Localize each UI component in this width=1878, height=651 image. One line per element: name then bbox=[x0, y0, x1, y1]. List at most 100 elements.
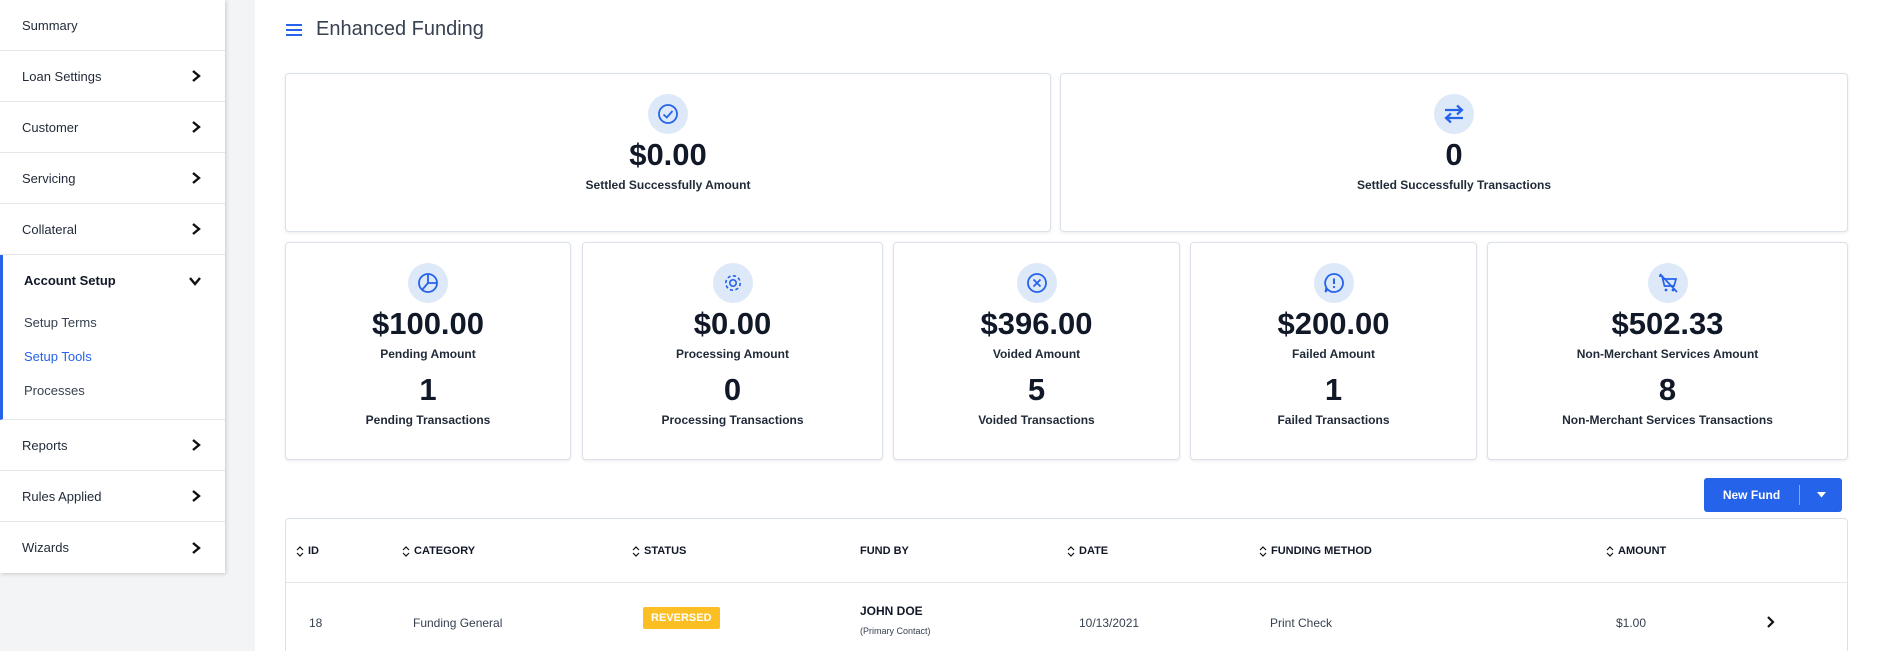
column-header-funding-method[interactable]: FUNDING METHOD bbox=[1259, 545, 1372, 557]
cell-amount: $1.00 bbox=[1616, 616, 1647, 630]
chevron-right-icon bbox=[192, 541, 201, 554]
table-row[interactable]: 18 Funding General REVERSED JOHN DOE (Pr… bbox=[286, 583, 1847, 651]
sort-icon bbox=[1606, 545, 1614, 557]
failed-amount-label: Failed Amount bbox=[1292, 347, 1375, 361]
pending-count-label: Pending Transactions bbox=[365, 413, 491, 427]
column-header-status[interactable]: STATUS bbox=[632, 545, 686, 557]
cell-fund-by: JOHN DOE (Primary Contact) bbox=[860, 604, 931, 636]
chevron-right-icon bbox=[192, 121, 201, 133]
chevron-right-icon bbox=[192, 70, 201, 82]
settled-transactions-value: 0 bbox=[1445, 137, 1463, 172]
non-merchant-count-value: 8 bbox=[1658, 372, 1677, 407]
voided-count-value: 5 bbox=[1027, 372, 1046, 407]
nav-item-label: Customer bbox=[22, 119, 79, 135]
nav-item-reports[interactable]: Reports bbox=[0, 420, 225, 471]
pending-amount-label: Pending Amount bbox=[380, 347, 476, 361]
nav-subitem-setup-terms[interactable]: Setup Terms bbox=[3, 306, 225, 340]
cell-date: 10/13/2021 bbox=[1079, 616, 1140, 630]
nav-item-label: Loan Settings bbox=[22, 68, 102, 84]
non-merchant-card: $502.33 Non-Merchant Services Amount 8 N… bbox=[1487, 242, 1848, 460]
failed-count-label: Failed Transactions bbox=[1277, 413, 1390, 427]
sort-icon bbox=[1259, 545, 1267, 557]
cell-funding-method: Print Check bbox=[1270, 616, 1333, 630]
fund-by-role: (Primary Contact) bbox=[860, 626, 931, 636]
processing-count-value: 0 bbox=[723, 372, 742, 407]
non-merchant-amount-value: $502.33 bbox=[1611, 306, 1724, 341]
caret-down-icon[interactable] bbox=[1800, 492, 1842, 498]
nav-group-account-setup: Account Setup Setup Terms Setup Tools Pr… bbox=[0, 255, 225, 420]
processing-amount-value: $0.00 bbox=[693, 306, 772, 341]
chevron-right-icon bbox=[192, 223, 201, 235]
nav-item-wizards[interactable]: Wizards bbox=[0, 522, 225, 573]
cell-category: Funding General bbox=[413, 616, 503, 630]
new-fund-button[interactable]: New Fund bbox=[1704, 478, 1842, 512]
nav-item-summary[interactable]: Summary bbox=[0, 0, 225, 51]
funding-table: ID CATEGORY STATUS FUND BY DATE FUNDING … bbox=[285, 518, 1848, 651]
nav-item-collateral[interactable]: Collateral bbox=[0, 204, 225, 255]
status-badge: REVERSED bbox=[643, 607, 720, 629]
column-header-label: FUNDING METHOD bbox=[1271, 545, 1372, 557]
chevron-right-icon[interactable] bbox=[1766, 616, 1775, 628]
nav-subitem-setup-tools[interactable]: Setup Tools bbox=[3, 340, 225, 374]
sort-icon bbox=[1067, 545, 1075, 557]
voided-amount-value: $396.00 bbox=[980, 306, 1093, 341]
column-header-date[interactable]: DATE bbox=[1067, 545, 1108, 557]
pending-card: $100.00 Pending Amount 1 Pending Transac… bbox=[285, 242, 571, 460]
check-circle-icon bbox=[648, 94, 688, 134]
cart-off-icon bbox=[1647, 263, 1688, 303]
column-header-fund-by: FUND BY bbox=[860, 545, 909, 557]
column-header-label: FUND BY bbox=[860, 545, 909, 557]
table-header: ID CATEGORY STATUS FUND BY DATE FUNDING … bbox=[286, 519, 1847, 583]
column-header-label: CATEGORY bbox=[414, 545, 476, 557]
sidebar: Summary Loan Settings Customer Servicing… bbox=[0, 0, 225, 573]
non-merchant-count-label: Non-Merchant Services Transactions bbox=[1562, 413, 1773, 427]
sort-icon bbox=[296, 545, 304, 557]
column-header-id[interactable]: ID bbox=[296, 545, 319, 557]
processing-card: $0.00 Processing Amount 0 Processing Tra… bbox=[582, 242, 883, 460]
settled-transactions-card: 0 Settled Successfully Transactions bbox=[1060, 73, 1848, 232]
nav-item-label: Reports bbox=[22, 437, 68, 453]
cell-id: 18 bbox=[309, 616, 323, 630]
failed-card: $200.00 Failed Amount 1 Failed Transacti… bbox=[1190, 242, 1477, 460]
gear-icon bbox=[712, 263, 753, 303]
column-header-label: STATUS bbox=[644, 545, 687, 557]
page-title: Enhanced Funding bbox=[316, 18, 484, 40]
nav-item-label: Servicing bbox=[22, 170, 76, 186]
settled-transactions-label: Settled Successfully Transactions bbox=[1356, 178, 1552, 192]
alert-bubble-icon bbox=[1313, 263, 1354, 303]
nav-item-label: Summary bbox=[22, 17, 78, 33]
nav-item-loan-settings[interactable]: Loan Settings bbox=[0, 51, 225, 102]
voided-amount-label: Voided Amount bbox=[992, 347, 1081, 361]
hamburger-menu-icon[interactable] bbox=[286, 23, 302, 36]
page-header: Enhanced Funding bbox=[286, 18, 484, 41]
chevron-down-icon bbox=[189, 276, 201, 286]
nav-item-label: Wizards bbox=[22, 540, 69, 555]
column-header-category[interactable]: CATEGORY bbox=[402, 545, 475, 557]
x-circle-icon bbox=[1016, 263, 1057, 303]
non-merchant-amount-label: Non-Merchant Services Amount bbox=[1576, 347, 1759, 361]
pie-chart-icon bbox=[408, 263, 448, 303]
settled-amount-value: $0.00 bbox=[629, 137, 707, 172]
new-fund-label: New Fund bbox=[1704, 485, 1800, 505]
chevron-right-icon bbox=[192, 490, 201, 502]
processing-count-label: Processing Transactions bbox=[661, 413, 804, 427]
failed-amount-value: $200.00 bbox=[1277, 306, 1390, 341]
settled-amount-label: Settled Successfully Amount bbox=[585, 178, 751, 192]
failed-count-value: 1 bbox=[1324, 372, 1343, 407]
sort-icon bbox=[632, 545, 640, 557]
nav-item-label: Account Setup bbox=[24, 273, 116, 288]
chevron-right-icon bbox=[192, 172, 201, 184]
column-header-label: DATE bbox=[1079, 545, 1109, 557]
processing-amount-label: Processing Amount bbox=[676, 347, 789, 361]
nav-item-servicing[interactable]: Servicing bbox=[0, 153, 225, 204]
voided-card: $396.00 Voided Amount 5 Voided Transacti… bbox=[893, 242, 1180, 460]
column-header-amount[interactable]: AMOUNT bbox=[1606, 545, 1666, 557]
nav-item-account-setup[interactable]: Account Setup bbox=[3, 255, 225, 306]
sort-icon bbox=[402, 545, 410, 557]
nav-item-label: Collateral bbox=[22, 221, 77, 237]
nav-item-rules-applied[interactable]: Rules Applied bbox=[0, 471, 225, 522]
nav-subitem-processes[interactable]: Processes bbox=[3, 374, 225, 408]
pending-count-value: 1 bbox=[419, 372, 437, 407]
settled-amount-card: $0.00 Settled Successfully Amount bbox=[285, 73, 1051, 232]
nav-item-customer[interactable]: Customer bbox=[0, 102, 225, 153]
